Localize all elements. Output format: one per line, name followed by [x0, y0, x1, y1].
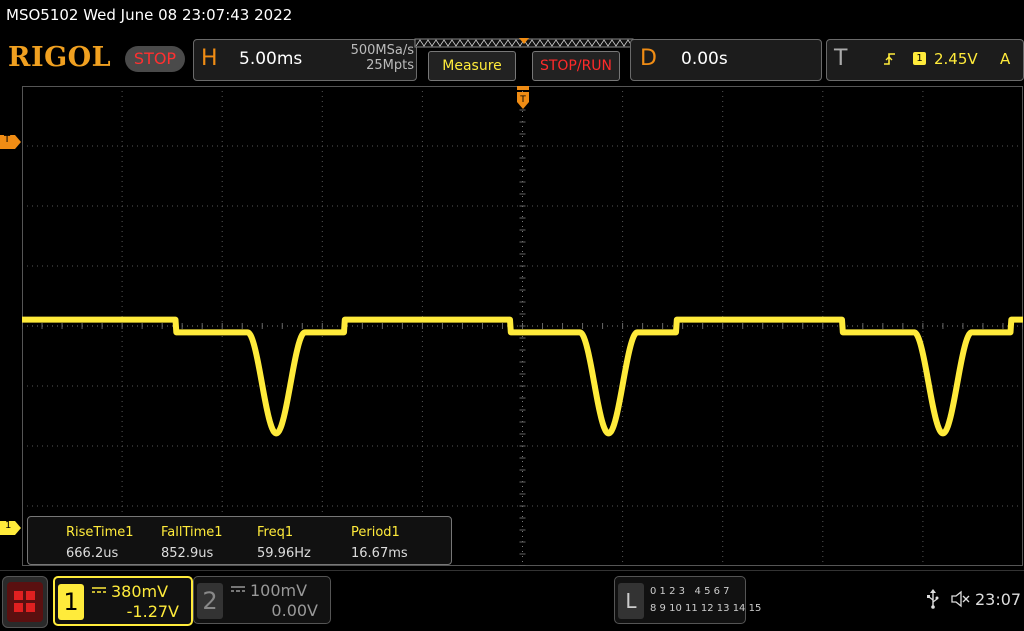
waveform-display[interactable]	[22, 86, 1023, 566]
measurement-label: RiseTime1	[66, 525, 134, 540]
logic-label: L	[618, 583, 644, 619]
device-title: MSO5102 Wed June 08 23:07:43 2022	[6, 6, 293, 24]
horizontal-panel[interactable]: H 5.00ms 500MSa/s 25Mpts	[193, 39, 417, 81]
trigger-panel[interactable]: T 1 2.45V A	[826, 39, 1024, 81]
dc-coupling-icon	[231, 586, 245, 592]
trigger-level-marker[interactable]: T	[0, 134, 22, 149]
ch2-panel[interactable]: 2 100mV 0.00V	[193, 576, 331, 624]
logic-channels-row-1: 0 1 2 3 4 5 6 7	[650, 586, 730, 597]
delay-label: D	[640, 46, 657, 71]
timebase-value: 5.00ms	[239, 49, 303, 69]
measurement-value: 666.2us	[66, 546, 119, 561]
sample-rate: 500MSa/s	[350, 43, 414, 58]
measure-button[interactable]: Measure	[428, 51, 516, 81]
speaker-muted-icon[interactable]	[950, 590, 970, 608]
brand-logo: RIGOL	[8, 42, 112, 73]
ch1-offset: -1.27V	[126, 602, 179, 621]
horizontal-label: H	[201, 46, 218, 71]
footer-divider	[0, 570, 1024, 571]
logic-channels-row-2: 8 9 10 11 12 13 14 15	[650, 603, 762, 614]
graticule	[22, 86, 1023, 566]
memory-position-bar	[414, 38, 634, 48]
stop-run-button[interactable]: STOP/RUN	[532, 51, 620, 81]
trigger-mode: A	[1000, 50, 1011, 68]
measurement-value: 16.67ms	[351, 546, 408, 561]
ch1-panel[interactable]: 1 380mV -1.27V	[53, 576, 193, 626]
main-menu-button[interactable]	[2, 576, 48, 628]
ch2-label: 2	[197, 583, 223, 619]
trigger-position-marker[interactable]: T	[516, 86, 530, 110]
ch1-position-marker-label: 1	[5, 520, 12, 531]
usb-icon	[927, 589, 939, 609]
run-status-badge: STOP	[125, 46, 185, 72]
system-clock: 23:07	[975, 590, 1022, 609]
measurement-label: Freq1	[257, 525, 294, 540]
ch1-position-marker[interactable]: 1	[0, 520, 22, 535]
ch2-scale: 100mV	[250, 581, 308, 600]
rising-edge-icon	[884, 53, 895, 65]
svg-text:T: T	[519, 95, 526, 105]
trigger-source-badge: 1	[913, 52, 926, 65]
ch2-offset: 0.00V	[271, 601, 318, 620]
measurement-value: 852.9us	[161, 546, 214, 561]
memory-depth: 25Mpts	[366, 58, 414, 73]
measurement-label: Period1	[351, 525, 400, 540]
title-bar: MSO5102 Wed June 08 23:07:43 2022	[0, 0, 1024, 34]
measurement-label: FallTime1	[161, 525, 223, 540]
delay-panel[interactable]: D 0.00s	[630, 39, 822, 81]
menu-grid-icon	[7, 582, 43, 622]
ch1-label: 1	[58, 584, 84, 620]
measurement-value: 59.96Hz	[257, 546, 311, 561]
logic-analyzer-panel[interactable]: L 0 1 2 3 4 5 6 7 8 9 10 11 12 13 14 15	[614, 576, 761, 624]
ch1-scale: 380mV	[111, 582, 169, 601]
trigger-level-marker-label: T	[4, 134, 11, 145]
trigger-level: 2.45V	[934, 50, 978, 68]
measurement-panel[interactable]: RiseTime1 666.2us FallTime1 852.9us Freq…	[27, 516, 452, 565]
dc-coupling-icon	[92, 587, 106, 593]
trigger-label: T	[834, 46, 848, 71]
delay-value: 0.00s	[681, 49, 728, 69]
